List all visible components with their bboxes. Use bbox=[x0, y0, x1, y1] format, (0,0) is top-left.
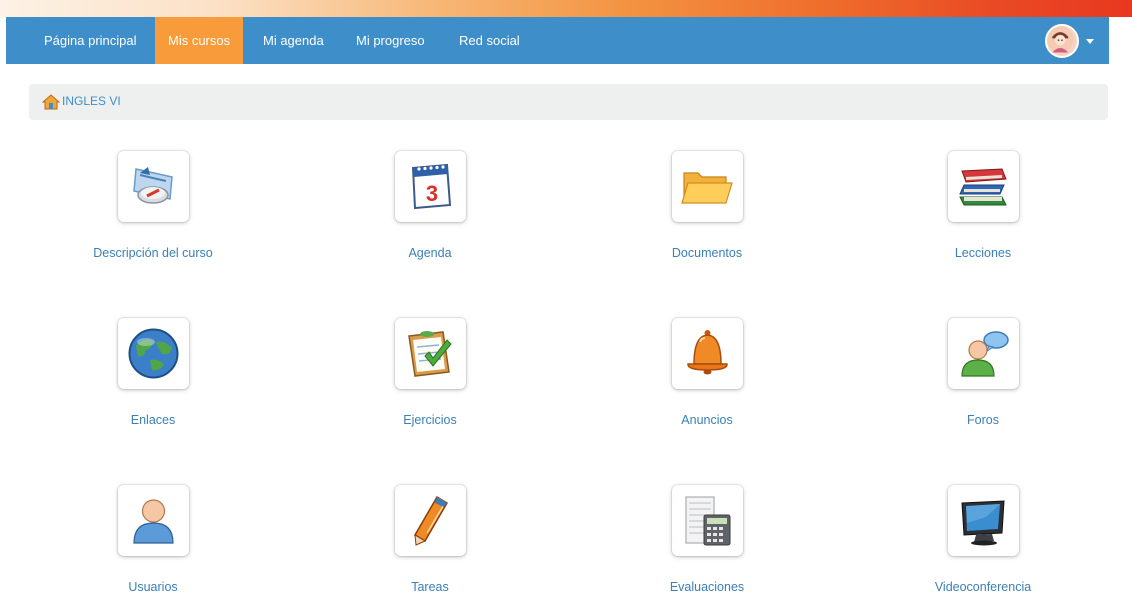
tool-users[interactable]: Usuarios bbox=[53, 485, 253, 595]
tool-icon-box[interactable] bbox=[118, 485, 189, 556]
user-menu-caret-icon[interactable] bbox=[1086, 39, 1094, 44]
tool-label[interactable]: Foros bbox=[883, 413, 1083, 427]
bell-icon bbox=[687, 330, 728, 375]
top-decorative-strip bbox=[0, 0, 1132, 17]
tool-agenda[interactable]: 3 Agenda bbox=[330, 151, 530, 271]
tool-links[interactable]: Enlaces bbox=[53, 318, 253, 438]
nav-my-courses[interactable]: Mis cursos bbox=[155, 17, 244, 64]
avatar-icon bbox=[1047, 26, 1074, 53]
tool-icon-box[interactable] bbox=[948, 151, 1019, 222]
tool-icon-box[interactable] bbox=[395, 318, 466, 389]
course-description-icon bbox=[133, 167, 173, 204]
tool-label[interactable]: Videoconferencia bbox=[883, 580, 1083, 594]
user-avatar[interactable] bbox=[1045, 24, 1079, 58]
tool-label[interactable]: Evaluaciones bbox=[607, 580, 807, 594]
nav-my-agenda[interactable]: Mi agenda bbox=[250, 17, 337, 64]
svg-text:3: 3 bbox=[426, 181, 438, 206]
tool-icon-box[interactable] bbox=[118, 318, 189, 389]
pencil-icon bbox=[413, 495, 449, 546]
checklist-icon bbox=[408, 331, 452, 377]
nav-my-progress[interactable]: Mi progreso bbox=[343, 17, 438, 64]
tool-icon-box[interactable] bbox=[672, 318, 743, 389]
tool-course-description[interactable]: Descripción del curso bbox=[53, 151, 253, 271]
tool-icon-box[interactable] bbox=[672, 151, 743, 222]
tool-forums[interactable]: Foros bbox=[883, 318, 1083, 438]
tool-label[interactable]: Enlaces bbox=[53, 413, 253, 427]
tool-label[interactable]: Anuncios bbox=[607, 413, 807, 427]
tool-lessons[interactable]: Lecciones bbox=[883, 151, 1083, 271]
tool-evaluations[interactable]: Evaluaciones bbox=[607, 485, 807, 595]
calculator-icon bbox=[685, 496, 731, 546]
folder-icon bbox=[681, 172, 733, 204]
tool-label[interactable]: Usuarios bbox=[53, 580, 253, 594]
user-icon bbox=[133, 499, 174, 544]
tool-videoconference[interactable]: Videoconferencia bbox=[883, 485, 1083, 595]
tool-label[interactable]: Ejercicios bbox=[330, 413, 530, 427]
tool-icon-box[interactable] bbox=[948, 318, 1019, 389]
tool-icon-box[interactable] bbox=[672, 485, 743, 556]
books-icon bbox=[959, 168, 1007, 206]
forum-icon bbox=[961, 331, 1009, 377]
main-navbar: Página principal Mis cursos Mi agenda Mi… bbox=[6, 17, 1109, 64]
nav-home[interactable]: Página principal bbox=[31, 17, 150, 64]
tool-icon-box[interactable] bbox=[948, 485, 1019, 556]
tool-documents[interactable]: Documentos bbox=[607, 151, 807, 271]
tool-label[interactable]: Lecciones bbox=[883, 246, 1083, 260]
tool-announcements[interactable]: Anuncios bbox=[607, 318, 807, 438]
tool-icon-box[interactable]: 3 bbox=[395, 151, 466, 222]
breadcrumb: INGLES VI bbox=[29, 84, 1108, 120]
globe-icon bbox=[128, 328, 179, 379]
calendar-icon: 3 bbox=[411, 163, 452, 210]
breadcrumb-course[interactable]: INGLES VI bbox=[62, 94, 121, 108]
tool-assignments[interactable]: Tareas bbox=[330, 485, 530, 595]
tool-exercises[interactable]: Ejercicios bbox=[330, 318, 530, 438]
tool-label[interactable]: Documentos bbox=[607, 246, 807, 260]
nav-social-network[interactable]: Red social bbox=[446, 17, 533, 64]
monitor-icon bbox=[961, 500, 1005, 546]
tool-icon-box[interactable] bbox=[395, 485, 466, 556]
tool-label[interactable]: Tareas bbox=[330, 580, 530, 594]
tool-icon-box[interactable] bbox=[118, 151, 189, 222]
tool-label[interactable]: Agenda bbox=[330, 246, 530, 260]
tool-label[interactable]: Descripción del curso bbox=[53, 246, 253, 260]
home-icon[interactable] bbox=[42, 94, 60, 110]
